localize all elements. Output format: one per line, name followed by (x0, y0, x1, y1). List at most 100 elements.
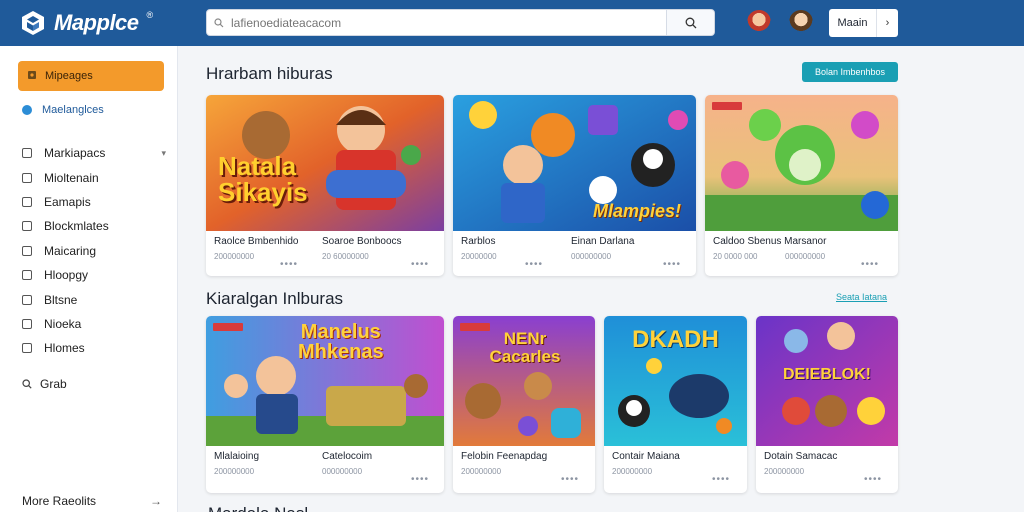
box-icon (22, 318, 32, 329)
box-icon (22, 221, 32, 232)
more-dots-icon[interactable]: •••• (864, 474, 882, 485)
game-meta: 000000000 (571, 252, 612, 261)
sidebar-item-label: Markiapacs (44, 146, 106, 161)
sidebar-item-label: Mioltenain (44, 170, 99, 185)
game-title: Caldoo Sbenus Marsanor (713, 236, 827, 247)
sidebar-item-label: Nioeka (44, 316, 82, 331)
sidebar-item-label: Maelanglces (42, 104, 104, 116)
box-icon (22, 245, 32, 256)
sidebar-item[interactable]: Bltsne (22, 287, 168, 311)
chevron-right-icon: › (876, 9, 898, 37)
game-card[interactable]: DKADH Contair Maiana 200000000 •••• (604, 316, 747, 493)
box-icon (22, 172, 32, 183)
game-card[interactable]: Manelus Mhkenas Mlalaioing Catelocoim 20… (206, 316, 444, 493)
search-button[interactable] (666, 10, 714, 35)
game-title: Contair Maiana (612, 451, 680, 462)
see-all-link[interactable]: Seata Iatana (836, 292, 887, 302)
sidebar-item[interactable]: Markiapacs ▾ (22, 141, 168, 165)
see-all-button[interactable]: Bolan Imbenhbos (802, 62, 898, 82)
more-dots-icon[interactable]: •••• (561, 474, 579, 485)
game-art-title: Manelus Mhkenas (298, 321, 384, 363)
game-card[interactable]: Caldoo Sbenus Marsanor 20 0000 000 00000… (705, 95, 898, 276)
sidebar-list: Markiapacs ▾ Mioltenain Eamapis Blockmla… (22, 141, 168, 361)
login-label: Maain (837, 17, 868, 29)
game-art-title: Mlampies! (593, 201, 682, 221)
game-title: Catelocoim (322, 451, 373, 462)
game-meta: 200000000 (214, 252, 255, 261)
search-icon (685, 17, 696, 28)
more-dots-icon[interactable]: •••• (712, 474, 730, 485)
sidebar-item-featured[interactable]: Maelanglces (22, 104, 104, 116)
game-card[interactable]: DEIEBLOK! Dotain Samacac 200000000 •••• (756, 316, 898, 493)
sidebar-item[interactable]: Maicaring (22, 239, 168, 263)
sidebar-item[interactable]: Nioeka (22, 312, 168, 336)
app-name: Mapplce (54, 10, 139, 35)
game-art-title: DKADH (632, 326, 719, 353)
search-input[interactable] (231, 10, 666, 35)
sidebar-item[interactable]: Hloopgy (22, 263, 168, 287)
game-meta: 200000000 (612, 467, 653, 476)
game-meta: 20000000 (461, 252, 497, 261)
game-meta: 20 60000000 (322, 252, 369, 261)
cube-logo-icon (22, 11, 44, 35)
sidebar-item[interactable]: Eamapis (22, 190, 168, 214)
game-meta: 200000000 (764, 467, 805, 476)
sidebar-item[interactable]: Blockmlates (22, 214, 168, 238)
game-title: Einan Darlana (571, 236, 635, 247)
login-button[interactable]: Maain › (829, 9, 898, 37)
section-title: Kiaralgan Inlburas (206, 289, 344, 308)
sidebar-item-label: Eamapis (44, 194, 91, 209)
sidebar-item-active[interactable]: Mipeages (18, 61, 164, 91)
game-art-title: NENr Cacarles (489, 329, 561, 366)
box-icon (22, 294, 32, 305)
game-card[interactable]: NENr Cacarles Felobin Feenapdag 20000000… (453, 316, 595, 493)
more-dots-icon[interactable]: •••• (411, 259, 429, 270)
game-art-title: DEIEBLOK! (783, 366, 871, 383)
more-dots-icon[interactable]: •••• (663, 259, 681, 270)
sidebar-item-label: Bltsne (44, 292, 78, 307)
main-content: Hrarbam hiburas Bolan Imbenhbos Natala S… (178, 46, 1024, 512)
sidebar-item-label: Maicaring (44, 243, 97, 258)
search-icon (22, 379, 32, 389)
badge (712, 102, 742, 110)
avatar[interactable] (747, 10, 771, 34)
arrow-right-icon: → (150, 494, 162, 508)
game-meta: 20 0000 000 (713, 252, 758, 261)
more-results-label: More Raeolits (22, 494, 97, 508)
avatar[interactable] (789, 10, 813, 34)
sidebar-item[interactable]: Mioltenain (22, 165, 168, 189)
game-meta: 000000000 (785, 252, 826, 261)
game-meta: 000000000 (322, 467, 363, 476)
game-title: Felobin Feenapdag (461, 451, 548, 462)
game-card[interactable]: Natala Sikayis Raolce Bmbenhido Soaroe B… (206, 95, 444, 276)
more-results-link[interactable]: More Raeolits → (22, 494, 162, 508)
grid-icon (22, 148, 32, 159)
box-icon (22, 343, 32, 354)
sidebar-item-grab[interactable]: Grab (22, 377, 67, 391)
sidebar-item-label: Grab (40, 377, 67, 391)
puzzle-icon (27, 67, 37, 85)
game-thumbnail (705, 95, 898, 231)
game-title: Soaroe Bonboocs (322, 236, 402, 247)
sidebar-item-label: Blockmlates (44, 219, 109, 234)
more-dots-icon[interactable]: •••• (280, 259, 298, 270)
top-header: Mapplce ® Maain › (0, 0, 1024, 46)
registered-mark: ® (146, 10, 154, 20)
game-card[interactable]: Mlampies! Rarblos Einan Darlana 20000000… (453, 95, 696, 276)
more-dots-icon[interactable]: •••• (861, 259, 879, 270)
box-icon (22, 270, 32, 281)
game-meta: 200000000 (214, 467, 255, 476)
box-icon (22, 196, 32, 207)
more-dots-icon[interactable]: •••• (525, 259, 543, 270)
game-title: Dotain Samacac (764, 451, 838, 462)
game-meta: 200000000 (461, 467, 502, 476)
badge (213, 323, 243, 331)
sidebar-item-label: Mipeages (45, 70, 93, 82)
sidebar-item[interactable]: Hlomes (22, 336, 168, 360)
app-logo[interactable]: Mapplce ® (20, 6, 153, 40)
game-art-title: Natala Sikayis (218, 151, 308, 207)
search-bar (206, 9, 715, 36)
search-icon (207, 9, 231, 36)
more-dots-icon[interactable]: •••• (411, 474, 429, 485)
game-title: Mlalaioing (214, 451, 260, 462)
